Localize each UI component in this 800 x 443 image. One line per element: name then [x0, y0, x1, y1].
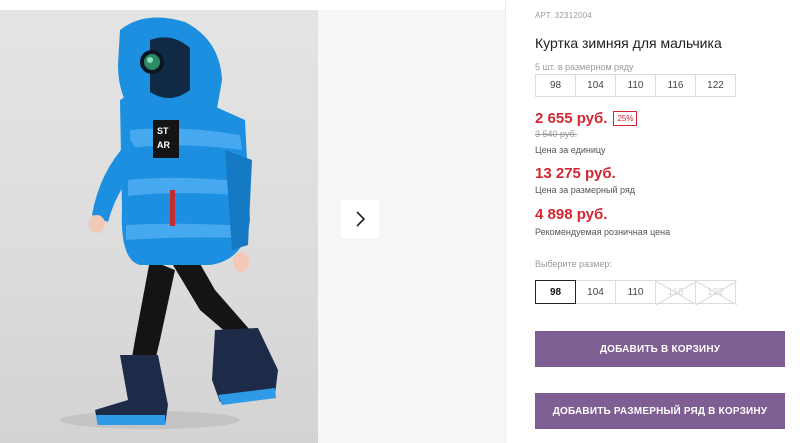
unit-price-caption: Цена за единицу: [535, 145, 606, 155]
column-divider: [505, 0, 506, 443]
add-pack-to-cart-button[interactable]: ДОБАВИТЬ РАЗМЕРНЫЙ РЯД В КОРЗИНУ: [535, 393, 785, 429]
pack-label: 5 шт. в размерном ряду: [535, 62, 634, 72]
size-option-122: 122: [695, 280, 737, 305]
boy-in-blue-jacket-illustration: ST AR: [60, 17, 278, 429]
jacket-print-line-2: AR: [157, 140, 170, 150]
size-picker-label: Выберите размер:: [535, 259, 612, 269]
rrp-price-caption: Рекомендуемая розничная цена: [535, 227, 671, 237]
pack-size-cell: 104: [575, 74, 616, 97]
rrp-price: 4 898 руб.: [535, 206, 608, 223]
old-price: 3 540 руб.: [535, 129, 578, 139]
pack-size-cell: 110: [615, 74, 656, 97]
pack-size-cell: 122: [695, 74, 736, 97]
size-option-104[interactable]: 104: [575, 280, 616, 304]
price-row: 2 655 руб. 25%: [535, 110, 638, 127]
discount-badge: 25%: [613, 111, 638, 126]
pack-sizes-table: 98 104 110 116 122: [535, 74, 736, 97]
add-to-cart-button[interactable]: ДОБАВИТЬ В КОРЗИНУ: [535, 331, 785, 367]
size-option-98[interactable]: 98: [535, 280, 576, 304]
unavailable-cross-icon: [656, 281, 697, 305]
pack-price-caption: Цена за размерный ряд: [535, 185, 636, 195]
product-sku: АРТ. 32312004: [535, 11, 592, 20]
chevron-right-icon: [356, 211, 366, 227]
product-photo[interactable]: ST AR: [0, 10, 318, 443]
size-picker: 98 104 110 116 122: [535, 280, 737, 305]
pack-price: 13 275 руб.: [535, 165, 616, 182]
size-option-110[interactable]: 110: [615, 280, 656, 304]
unavailable-cross-icon: [696, 281, 737, 305]
next-image-button[interactable]: [341, 200, 379, 238]
pack-size-cell: 116: [655, 74, 696, 97]
size-option-116: 116: [655, 280, 697, 305]
pack-size-cell: 98: [535, 74, 576, 97]
unit-price: 2 655 руб.: [535, 110, 608, 127]
jacket-print-line-1: ST: [157, 126, 169, 136]
product-title: Куртка зимняя для мальчика: [535, 35, 722, 51]
product-gallery: ST AR: [0, 0, 505, 443]
